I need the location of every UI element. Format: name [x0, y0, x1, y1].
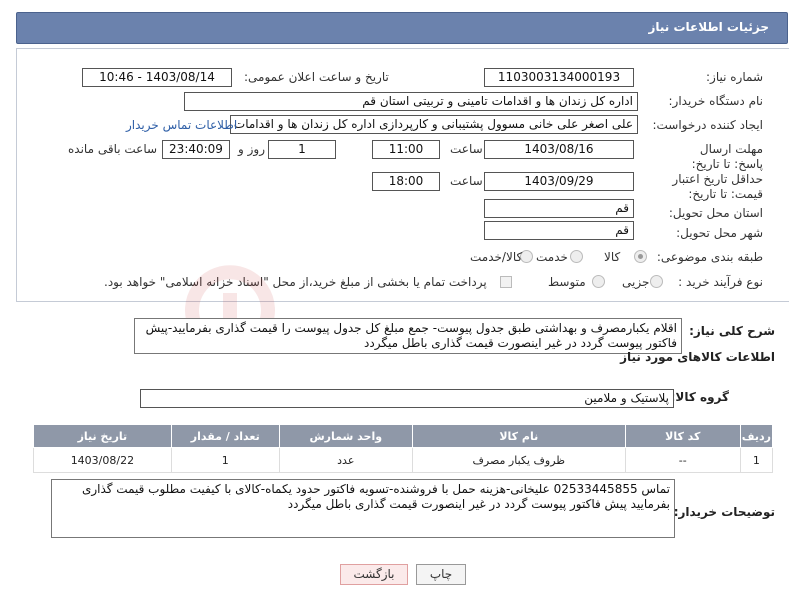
process-medium-radio[interactable]: [592, 275, 605, 288]
col-unit-header: واحد شمارش: [278, 424, 413, 448]
goods-section-title: اطلاعات کالاهای مورد نیاز: [620, 350, 775, 364]
cell-code: --: [624, 447, 741, 473]
creator-field: علی اصغر علی خانی مسوول پشتیبانی و کارپر…: [230, 115, 638, 134]
goods-group-label: گروه کالا:: [670, 390, 729, 404]
cell-qty: 1: [170, 447, 280, 473]
announce-label: تاریخ و ساعت اعلان عمومی:: [244, 70, 389, 84]
remaining-label: ساعت باقی مانده: [68, 142, 158, 156]
process-label: نوع فرآیند خرید :: [678, 275, 763, 289]
days-label: روز و: [238, 142, 265, 156]
category-label: طبقه بندی موضوعی:: [656, 250, 763, 264]
need-number-field: 1103003134000193: [484, 68, 634, 87]
back-button[interactable]: بازگشت: [340, 564, 408, 585]
validity-time-field: 18:00: [372, 172, 440, 191]
process-minor-radio[interactable]: [650, 275, 663, 288]
treasury-checkbox[interactable]: [500, 276, 512, 288]
category-service-label: خدمت: [536, 250, 568, 264]
page-title: جزئیات اطلاعات نیاز: [648, 20, 769, 34]
buyer-label: نام دستگاه خریدار:: [668, 94, 764, 108]
province-label: استان محل تحویل:: [668, 206, 763, 220]
goods-group-field: پلاستیک و ملامین: [140, 389, 674, 408]
cell-row: 1: [739, 447, 774, 473]
col-code-header: کد کالا: [624, 424, 741, 448]
validity-date-field: 1403/09/29: [484, 172, 634, 191]
description-textarea[interactable]: اقلام یکبارمصرف و بهداشتی طبق جدول پیوست…: [134, 318, 682, 354]
validity-label: حداقل تاریخ اعتبار قیمت: تا تاریخ:: [672, 172, 763, 201]
deadline-label: مهلت ارسال پاسخ: تا تاریخ:: [691, 142, 763, 171]
need-number-label: شماره نیاز:: [706, 70, 763, 84]
col-qty-header: تعداد / مقدار: [170, 424, 280, 448]
province-field: قم: [484, 199, 634, 218]
city-field: قم: [484, 221, 634, 240]
table-row: 1 -- ظروف یکبار مصرف عدد 1 1403/08/22: [33, 447, 774, 473]
cell-name: ظروف یکبار مصرف: [411, 447, 626, 473]
description-label: شرح کلی نیاز:: [689, 324, 775, 338]
category-goods-radio[interactable]: [634, 250, 647, 263]
days-field: 1: [268, 140, 336, 159]
col-row-header: ردیف: [739, 424, 774, 448]
category-service-radio[interactable]: [570, 250, 583, 263]
col-name-header: نام کالا: [411, 424, 626, 448]
payment-note: پرداخت تمام یا بخشی از مبلغ خرید،از محل …: [104, 275, 487, 289]
category-both-label: کالا/خدمت: [470, 250, 523, 264]
creator-label: ایجاد کننده درخواست:: [652, 118, 763, 132]
col-date-header: تاریخ نیاز: [33, 424, 172, 448]
cell-unit: عدد: [278, 447, 413, 473]
buyer-notes-textarea[interactable]: تماس 02533445855 علیخانی-هزینه حمل با فر…: [51, 479, 675, 538]
print-button[interactable]: چاپ: [416, 564, 466, 585]
deadline-date-field: 1403/08/16: [484, 140, 634, 159]
table-header-row: ردیف کد کالا نام کالا واحد شمارش تعداد /…: [33, 424, 774, 448]
announce-field: 1403/08/14 - 10:46: [82, 68, 232, 87]
goods-table: ردیف کد کالا نام کالا واحد شمارش تعداد /…: [33, 424, 774, 473]
process-minor-label: جزیی: [622, 275, 650, 289]
category-goods-label: کالا: [604, 250, 621, 264]
process-medium-label: متوسط: [548, 275, 586, 289]
deadline-time-field: 11:00: [372, 140, 440, 159]
remaining-time-field: 23:40:09: [162, 140, 230, 159]
cell-date: 1403/08/22: [33, 447, 172, 473]
validity-time-label: ساعت: [450, 174, 483, 188]
buyer-notes-label: توضیحات خریدار:: [673, 505, 775, 519]
city-label: شهر محل تحویل:: [676, 226, 763, 240]
buyer-field: اداره کل زندان ها و اقدامات تامینی و ترب…: [184, 92, 638, 111]
page-header: جزئیات اطلاعات نیاز: [16, 12, 788, 44]
contact-info-link[interactable]: اطلاعات تماس خریدار: [126, 118, 237, 132]
deadline-time-label: ساعت: [450, 142, 483, 156]
